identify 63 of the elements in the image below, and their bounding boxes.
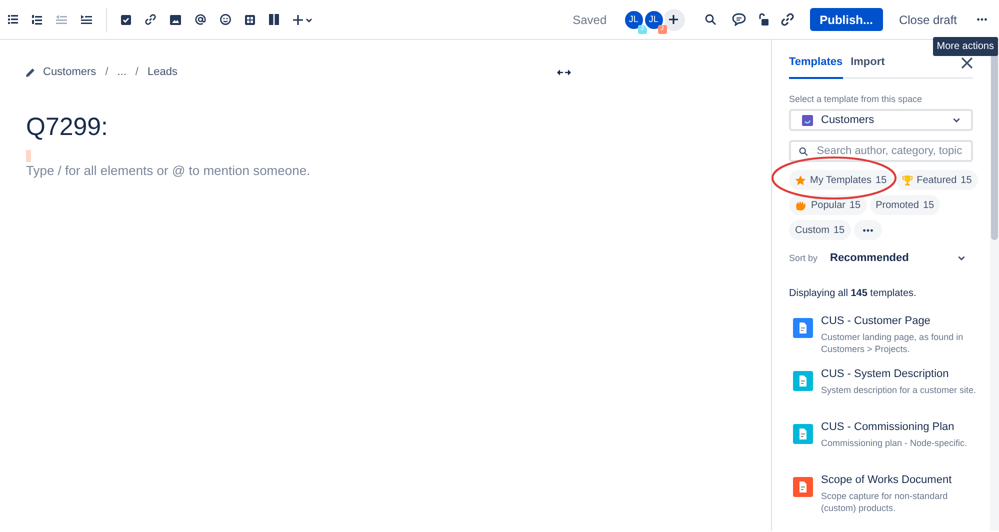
template-description: Customer landing page, as found in Customers > Projects. <box>821 330 964 354</box>
clapping-hands-icon <box>795 200 807 210</box>
mention-icon[interactable] <box>195 14 206 25</box>
field-label: Select a template from this space <box>789 92 924 106</box>
editor-placeholder[interactable]: Type / for all elements or @ to mention someone. <box>26 161 745 180</box>
checkbox-icon[interactable] <box>121 14 131 24</box>
page-title[interactable]: Q7299: <box>26 108 745 146</box>
link-icon[interactable] <box>780 13 794 26</box>
plus-icon <box>669 15 678 24</box>
chevron-down-icon <box>953 118 960 122</box>
more-icon <box>862 228 873 232</box>
more-filters-button[interactable] <box>854 220 882 240</box>
unlocked-icon[interactable] <box>758 13 769 26</box>
expand-width-icon[interactable] <box>557 68 571 76</box>
add-collaborator-button[interactable] <box>662 8 685 30</box>
close-icon[interactable] <box>961 56 973 68</box>
breadcrumb-link[interactable]: Leads <box>147 64 178 80</box>
text-cursor <box>26 150 31 162</box>
filter-chip[interactable]: Featured 15 <box>896 170 978 190</box>
table-icon[interactable] <box>245 14 255 24</box>
columns-icon[interactable] <box>269 14 279 25</box>
template-description: System description for a customer site. <box>821 384 978 396</box>
template-description: Commissioning plan - Node-specific. <box>821 436 968 448</box>
pencil-icon <box>26 68 35 77</box>
filter-chip[interactable]: Custom 15 <box>789 220 851 240</box>
close-draft-button[interactable]: Close draft <box>894 8 961 31</box>
numbered-list-icon[interactable] <box>32 14 42 24</box>
template-title[interactable]: CUS - Commissioning Plan <box>821 420 981 434</box>
template-title[interactable]: CUS - Customer Page <box>821 314 981 328</box>
link-icon[interactable] <box>145 14 156 25</box>
indent-icon[interactable] <box>81 15 92 24</box>
sort-label: Sort by <box>789 252 819 265</box>
breadcrumb-link[interactable]: ... <box>117 64 126 80</box>
template-description: Scope capture for non-standard (custom) products. <box>821 490 949 514</box>
more-actions-icon[interactable] <box>977 18 987 21</box>
filter-chip[interactable]: Popular 15 <box>789 195 867 215</box>
tab[interactable]: Templates <box>789 54 843 78</box>
filter-chip[interactable]: Promoted 15 <box>870 195 940 215</box>
star-icon <box>795 174 806 186</box>
breadcrumb-separator: / <box>104 65 110 80</box>
sort-select[interactable]: Recommended <box>830 250 973 266</box>
filter-chip[interactable]: My Templates 15 <box>789 170 893 190</box>
space-select[interactable]: Customers <box>789 109 973 131</box>
save-status: Saved <box>572 12 607 28</box>
template-title[interactable]: Scope of Works Document <box>821 472 981 486</box>
bullet-list-icon[interactable] <box>8 15 18 24</box>
tab[interactable]: Import <box>850 54 885 78</box>
chevron-down-icon <box>958 256 965 261</box>
insert-menu-icon[interactable] <box>293 14 313 24</box>
trophy-icon <box>902 174 913 186</box>
template-title[interactable]: CUS - System Description <box>821 366 981 380</box>
space-icon <box>802 114 813 126</box>
tooltip: More actions <box>932 37 998 56</box>
publish-button[interactable]: Publish... <box>810 8 883 31</box>
breadcrumb-separator: / <box>134 65 140 80</box>
search-icon <box>799 146 808 156</box>
breadcrumb-link[interactable]: Customers <box>43 64 96 80</box>
emoji-icon[interactable] <box>220 14 231 25</box>
search-field[interactable]: Search author, category, topic <box>789 140 973 162</box>
comment-icon[interactable] <box>732 13 746 26</box>
template-count: Displaying all 145 templates. <box>789 286 918 300</box>
search-icon[interactable] <box>704 14 716 25</box>
image-icon[interactable] <box>170 14 181 24</box>
